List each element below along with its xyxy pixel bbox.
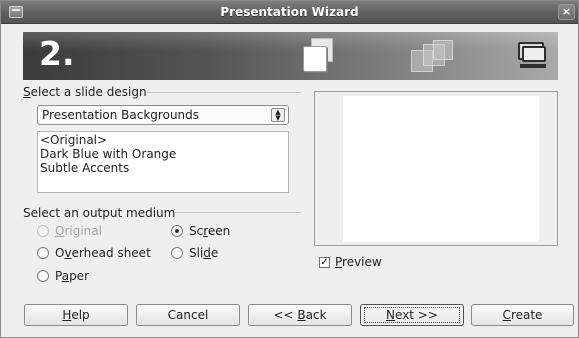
preview-checkbox-indicator[interactable]: ✓: [319, 256, 330, 268]
wizard-banner: 2.: [23, 32, 558, 80]
up-down-arrows-icon[interactable]: ▲ ▼: [271, 108, 285, 122]
radio-paper[interactable]: Paper: [37, 269, 89, 283]
list-item[interactable]: <Original>: [38, 133, 288, 147]
preview-checkbox[interactable]: ✓ Preview: [319, 255, 382, 269]
list-item[interactable]: Dark Blue with Orange: [38, 147, 288, 161]
design-category-select[interactable]: Presentation Backgrounds ▲ ▼: [37, 105, 289, 125]
next-button[interactable]: Next >>: [360, 304, 464, 326]
output-medium-label: Select an output medium: [23, 206, 176, 220]
wizard-window: Presentation Wizard × 2. Select a slide …: [0, 0, 579, 338]
slide-pages-icon: [301, 38, 341, 74]
slide-design-divider: [147, 92, 301, 93]
close-icon[interactable]: ×: [558, 4, 575, 20]
radio-screen-indicator[interactable]: [171, 225, 183, 237]
titlebar[interactable]: Presentation Wizard ×: [1, 1, 578, 24]
radio-screen-label: Screen: [189, 224, 231, 238]
preview-pane: [314, 91, 558, 246]
radio-paper-indicator[interactable]: [37, 270, 49, 282]
radio-overhead-sheet[interactable]: Overhead sheet: [37, 246, 151, 260]
radio-slide[interactable]: Slide: [171, 246, 218, 260]
radio-original-label: Original: [55, 224, 102, 238]
output-medium-divider: [175, 212, 301, 213]
radio-overhead-label: Overhead sheet: [55, 246, 151, 260]
slide-stack-icon: [411, 40, 455, 74]
slide-preview: [343, 96, 539, 242]
design-category-value: Presentation Backgrounds: [42, 108, 200, 122]
radio-screen[interactable]: Screen: [171, 224, 230, 238]
focus-ring: [364, 307, 460, 323]
back-button[interactable]: << Back: [248, 304, 352, 326]
radio-slide-label: Slide: [189, 246, 219, 260]
radio-overhead-indicator[interactable]: [37, 247, 49, 259]
preview-checkbox-label: Preview: [335, 255, 382, 269]
create-button[interactable]: Create: [471, 304, 574, 326]
slide-design-label: Select a slide design: [23, 85, 147, 99]
design-list[interactable]: <Original> Dark Blue with Orange Subtle …: [37, 131, 289, 193]
radio-paper-label: Paper: [55, 269, 89, 283]
radio-slide-indicator[interactable]: [171, 247, 183, 259]
list-item[interactable]: Subtle Accents: [38, 161, 288, 175]
cancel-button[interactable]: Cancel: [136, 304, 240, 326]
monitor-icon: [516, 42, 548, 70]
radio-original-indicator[interactable]: [37, 225, 49, 237]
step-number: 2.: [39, 34, 75, 73]
radio-original[interactable]: Original: [37, 224, 102, 238]
window-title: Presentation Wizard: [220, 5, 359, 19]
help-button[interactable]: Help: [24, 304, 128, 326]
